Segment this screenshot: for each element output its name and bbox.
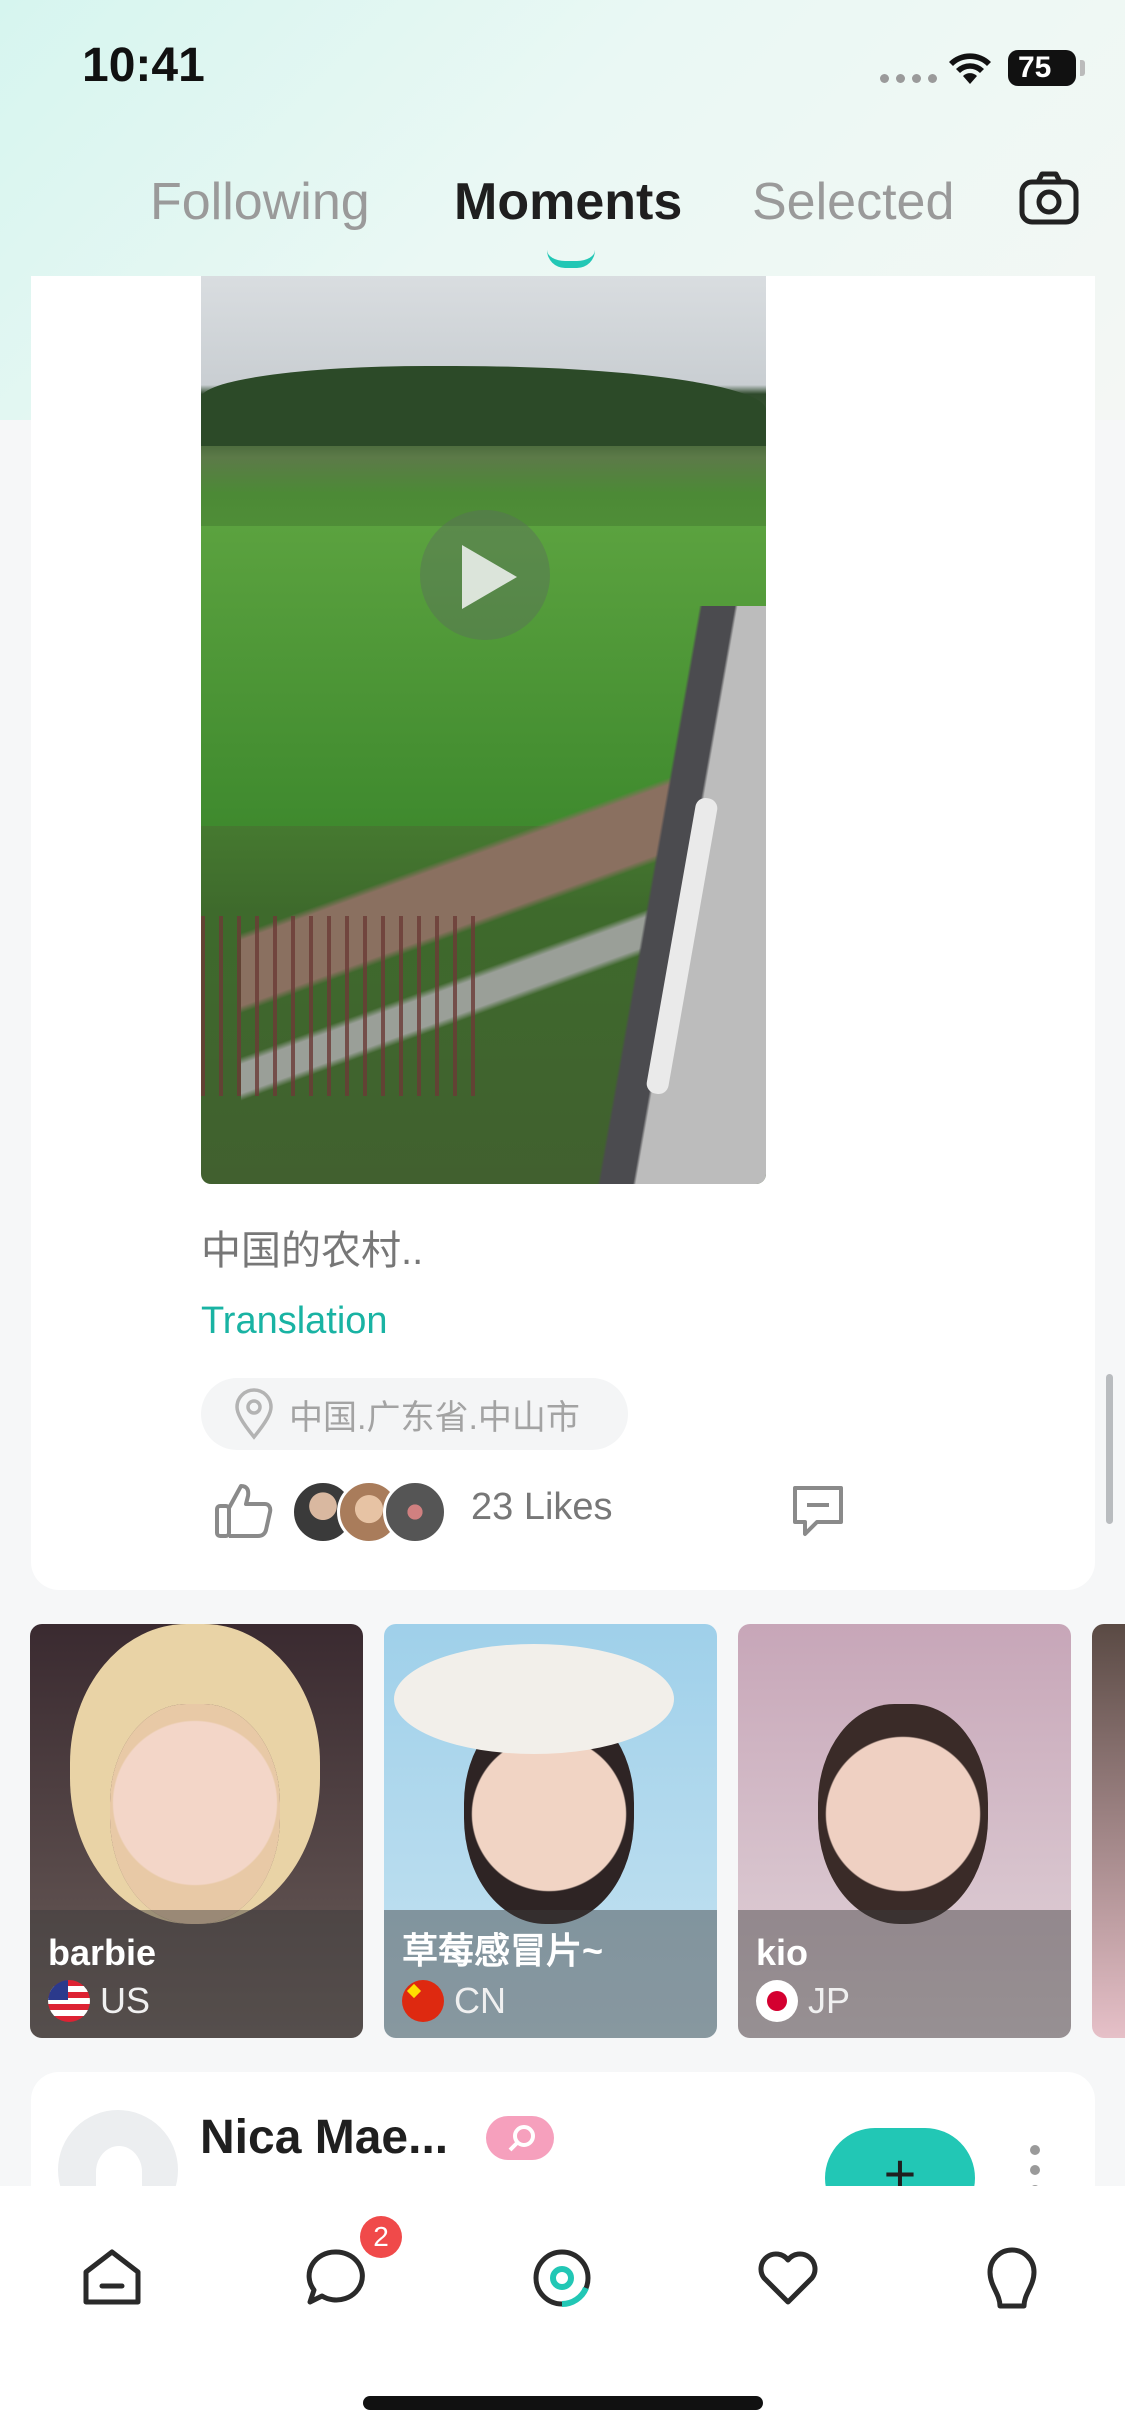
translation-link[interactable]: Translation	[201, 1300, 388, 1343]
moments-icon[interactable]	[526, 2242, 598, 2314]
profile-card-partial[interactable]	[1092, 1624, 1125, 2038]
chat-unread-badge: 2	[360, 2216, 402, 2258]
recommended-users-carousel: barbie US 草莓感冒片~ CN kio JP	[0, 1624, 1125, 2038]
location-pin-icon	[235, 1388, 273, 1440]
profile-country: CN	[402, 1980, 506, 2022]
country-code: JP	[808, 1980, 851, 2021]
liker-avatars[interactable]	[291, 1480, 451, 1544]
tab-selected[interactable]: Selected	[752, 172, 954, 232]
profile-icon[interactable]	[976, 2242, 1048, 2314]
profile-name: kio	[756, 1932, 809, 1973]
profile-name: 草莓感冒片~	[402, 1930, 604, 1971]
cn-flag-icon	[402, 1980, 444, 2022]
tab-following[interactable]: Following	[150, 172, 370, 232]
profile-country: US	[48, 1980, 150, 2022]
country-code: CN	[454, 1980, 506, 2021]
post-author-name[interactable]: Nica Mae...	[200, 2110, 448, 2165]
post-caption: 中国的农村..	[201, 1229, 424, 1273]
home-icon[interactable]	[76, 2242, 148, 2314]
country-code: US	[100, 1980, 151, 2021]
profile-card-strawberry[interactable]: 草莓感冒片~ CN	[384, 1624, 717, 2038]
location-tag[interactable]: 中国.广东省.中山市	[201, 1378, 628, 1450]
active-tab-indicator	[547, 250, 595, 268]
liker-avatar	[383, 1480, 447, 1544]
play-icon	[462, 545, 517, 609]
tab-moments[interactable]: Moments	[454, 172, 682, 232]
video-scene-hill	[201, 366, 766, 446]
jp-flag-icon	[756, 1980, 798, 2022]
status-bar: 10:41 75	[0, 0, 1125, 140]
post-actions: 23 Likes	[201, 1472, 1081, 1552]
profile-name: barbie	[48, 1932, 157, 1973]
video-scene-railing	[581, 606, 766, 1184]
scrollbar[interactable]	[1106, 1374, 1113, 1524]
thumbs-up-icon[interactable]	[213, 1480, 275, 1542]
location-text: 中国.广东省.中山市	[289, 1398, 580, 1437]
camera-icon[interactable]	[1018, 168, 1080, 230]
wifi-icon	[949, 53, 991, 84]
video-scene-fence	[201, 916, 481, 1096]
profile-photo	[110, 1704, 280, 1924]
heart-icon[interactable]	[752, 2242, 824, 2314]
profile-card-kio[interactable]: kio JP	[738, 1624, 1071, 2038]
sun-hat	[394, 1644, 674, 1754]
post-video[interactable]	[201, 276, 766, 1184]
home-indicator[interactable]	[363, 2396, 763, 2410]
battery-cap	[1080, 60, 1085, 76]
status-badge	[486, 2116, 554, 2160]
likes-count[interactable]: 23 Likes	[471, 1486, 613, 1529]
battery-indicator: 75	[1008, 50, 1076, 86]
badge-icon	[508, 2125, 535, 2152]
profile-card-barbie[interactable]: barbie US	[30, 1624, 363, 2038]
feed-tabs: Following Moments Selected	[0, 160, 1125, 270]
chat-icon[interactable]	[300, 2242, 372, 2314]
cellular-signal-icon	[880, 74, 937, 83]
profile-photo	[818, 1704, 988, 1924]
profile-country: JP	[756, 1980, 850, 2022]
status-time: 10:41	[82, 39, 205, 92]
us-flag-icon	[48, 1980, 90, 2022]
comment-icon[interactable]	[787, 1480, 849, 1542]
